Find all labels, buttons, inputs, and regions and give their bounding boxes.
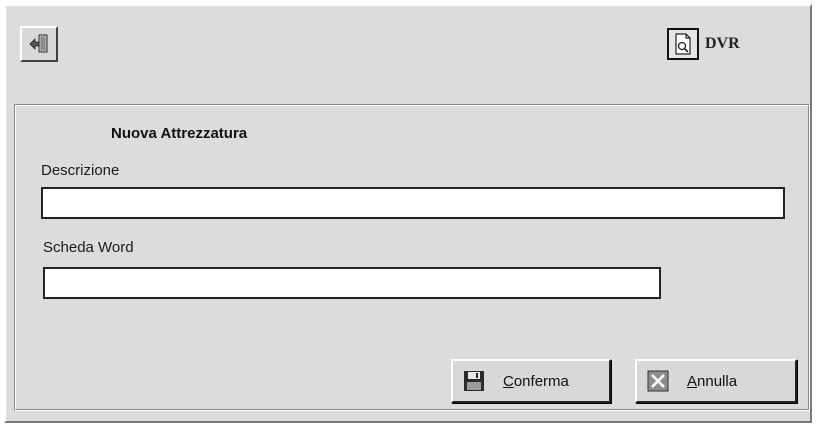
form-title: Nuova Attrezzatura: [111, 125, 248, 142]
annulla-label: Annulla: [687, 372, 738, 390]
x-cancel-icon: [647, 370, 669, 392]
conferma-label: Conferma: [503, 372, 569, 390]
toolbar: DVR: [6, 6, 810, 104]
exit-door-icon: [29, 34, 48, 53]
dvr-button[interactable]: DVR: [667, 28, 740, 60]
form-panel: Nuova Attrezzatura Descrizione Scheda Wo…: [14, 104, 810, 411]
conferma-button[interactable]: Conferma: [451, 359, 611, 403]
floppy-disk-icon: [463, 370, 485, 392]
dialog-window: DVR Nuova Attrezzatura Descrizione Sched…: [4, 4, 812, 423]
descrizione-label: Descrizione: [41, 162, 120, 179]
scheda-word-input[interactable]: [43, 267, 661, 299]
descrizione-input[interactable]: [41, 187, 785, 219]
dvr-label: DVR: [705, 35, 740, 52]
annulla-button[interactable]: Annulla: [635, 359, 797, 403]
document-preview-icon: [667, 28, 699, 60]
scheda-word-label: Scheda Word: [43, 239, 134, 256]
exit-button[interactable]: [20, 26, 58, 62]
